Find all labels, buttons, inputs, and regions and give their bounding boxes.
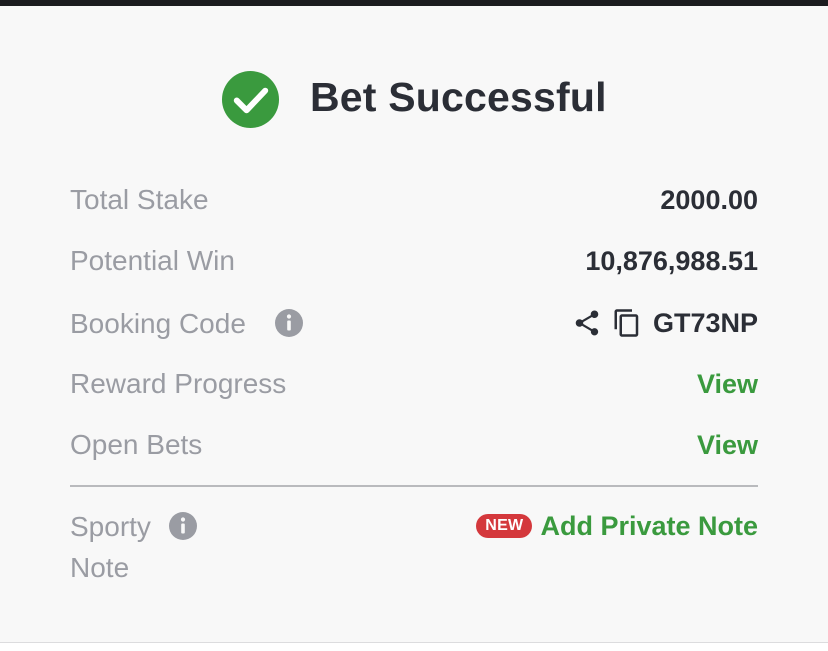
- check-circle-icon: [221, 70, 280, 129]
- sporty-note-label-line2: Note: [70, 552, 130, 583]
- booking-code-label: Booking Code: [70, 308, 246, 339]
- add-private-note-link[interactable]: Add Private Note: [540, 509, 758, 543]
- copy-icon[interactable]: [611, 306, 643, 340]
- divider: [70, 485, 758, 487]
- potential-win-value: 10,876,988.51: [585, 246, 758, 276]
- share-icon[interactable]: [571, 306, 603, 340]
- info-icon[interactable]: [275, 309, 303, 337]
- open-bets-label: Open Bets: [70, 429, 203, 460]
- booking-code-group: GT73NP: [571, 306, 758, 340]
- potential-win-label: Potential Win: [70, 245, 235, 276]
- add-private-note-button[interactable]: NEW Add Private Note: [476, 509, 758, 543]
- sporty-note-label-line1: Sporty: [70, 511, 151, 542]
- booking-code-value: GT73NP: [652, 308, 758, 338]
- total-stake-label: Total Stake: [70, 184, 209, 215]
- open-bets-view-link[interactable]: View: [697, 428, 758, 462]
- new-badge: NEW: [476, 514, 533, 538]
- total-stake-value: 2000.00: [660, 185, 758, 215]
- bottom-strip: [0, 643, 828, 651]
- info-icon[interactable]: [169, 512, 197, 540]
- page-title: Bet Successful: [310, 74, 607, 120]
- reward-progress-label: Reward Progress: [70, 368, 287, 399]
- reward-progress-view-link[interactable]: View: [697, 367, 758, 401]
